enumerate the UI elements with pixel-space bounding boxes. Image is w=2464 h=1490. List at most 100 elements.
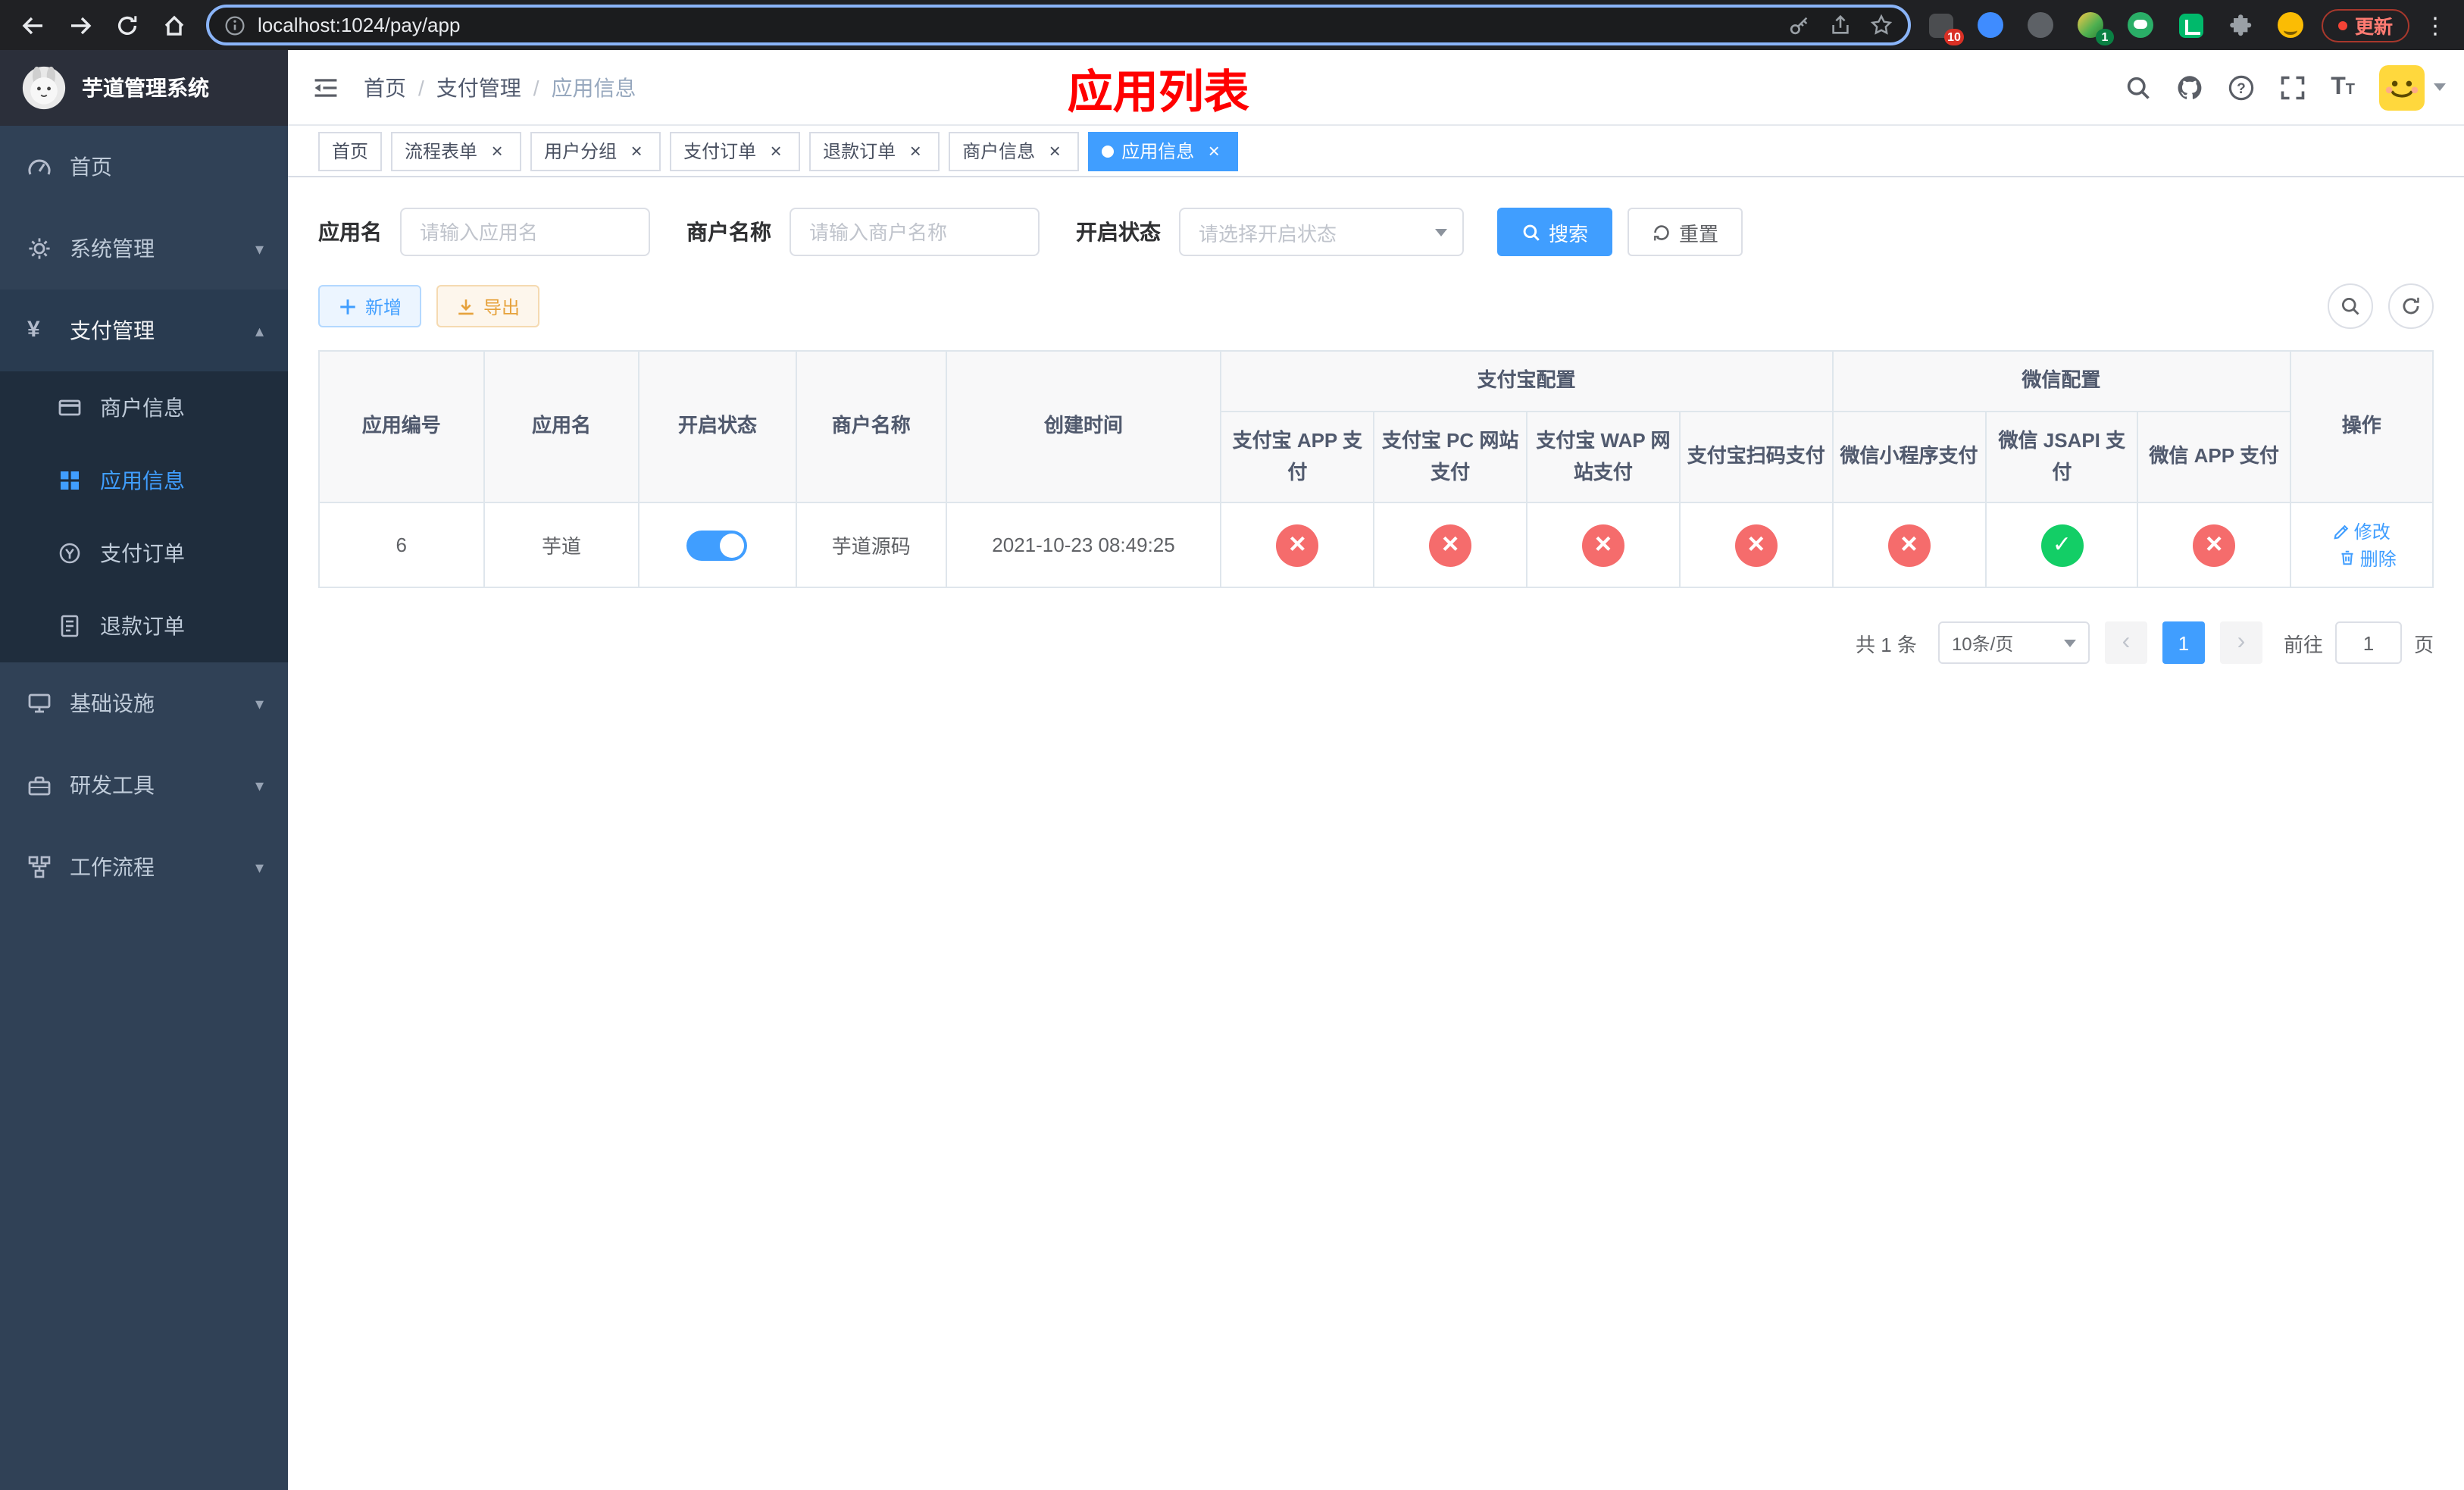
close-icon[interactable]: × bbox=[1203, 140, 1224, 161]
workflow-icon bbox=[27, 855, 52, 879]
tab-merchant-info[interactable]: 商户信息 × bbox=[949, 131, 1080, 171]
github-icon[interactable] bbox=[2176, 74, 2203, 101]
sidebar-item-system[interactable]: 系统管理 ▾ bbox=[0, 208, 288, 290]
chevron-down-icon: ▾ bbox=[255, 777, 264, 795]
grid-icon bbox=[58, 468, 82, 493]
sidebar-item-pay-order[interactable]: 支付订单 bbox=[0, 517, 288, 590]
browser-menu-icon[interactable]: ⋮ bbox=[2422, 11, 2449, 39]
sidebar-item-workflow[interactable]: 工作流程 ▾ bbox=[0, 826, 288, 908]
reset-button[interactable]: 重置 bbox=[1628, 208, 1743, 256]
user-menu[interactable] bbox=[2379, 64, 2446, 110]
sidebar-fold-icon[interactable] bbox=[288, 49, 364, 125]
url-text[interactable]: localhost:1024/pay/app bbox=[258, 14, 1770, 36]
col-header-alipay-pc: 支付宝 PC 网站支付 bbox=[1373, 410, 1527, 504]
app-name-input[interactable] bbox=[400, 208, 650, 256]
goto-page-input[interactable] bbox=[2334, 621, 2402, 665]
refresh-table-button[interactable] bbox=[2388, 283, 2434, 329]
search-button[interactable]: 搜索 bbox=[1497, 208, 1613, 256]
password-key-icon[interactable] bbox=[1788, 14, 1811, 36]
font-size-icon[interactable]: TT bbox=[2331, 74, 2355, 101]
site-info-icon[interactable] bbox=[224, 14, 245, 36]
status-select-placeholder: 请选择开启状态 bbox=[1199, 222, 1337, 245]
close-icon[interactable]: × bbox=[905, 140, 926, 161]
toggle-search-button[interactable] bbox=[2328, 283, 2373, 329]
tab-user-group[interactable]: 用户分组 × bbox=[530, 131, 661, 171]
credit-card-icon bbox=[58, 396, 82, 420]
chevron-up-icon: ▴ bbox=[255, 322, 264, 340]
sidebar-item-label: 首页 bbox=[70, 155, 112, 179]
extensions-puzzle-icon[interactable] bbox=[2226, 10, 2256, 40]
add-button[interactable]: 新增 bbox=[318, 285, 422, 327]
chevron-down-icon: ▾ bbox=[255, 695, 264, 713]
extension-icon-1[interactable]: 10 bbox=[1926, 10, 1964, 45]
sidebar-item-merchant-info[interactable]: 商户信息 bbox=[0, 371, 288, 444]
close-icon[interactable]: × bbox=[486, 140, 508, 161]
address-bar[interactable]: localhost:1024/pay/app bbox=[206, 5, 1911, 45]
table-row: 6 芋道 芋道源码 2021-10-23 08:49:25 × × × × × … bbox=[318, 502, 2434, 589]
sidebar-item-label: 应用信息 bbox=[100, 468, 185, 493]
tab-refund-order[interactable]: 退款订单 × bbox=[809, 131, 940, 171]
alipay-app-status-icon bbox=[1276, 524, 1319, 567]
help-icon[interactable]: ? bbox=[2228, 74, 2255, 101]
tab-process-form[interactable]: 流程表单 × bbox=[391, 131, 522, 171]
browser-forward-icon[interactable] bbox=[62, 7, 98, 43]
status-toggle[interactable] bbox=[686, 530, 748, 561]
bookmark-star-icon[interactable] bbox=[1870, 14, 1893, 36]
next-page-button[interactable]: › bbox=[2219, 621, 2262, 665]
sidebar-menu: 首页 系统管理 ▾ ¥ 支付管理 ▴ 商户信息 应用信息 支付订单 退款订单 基… bbox=[0, 126, 288, 1490]
page-size-value: 10条/页 bbox=[1951, 633, 2014, 655]
infrastructure-icon bbox=[27, 691, 52, 715]
status-label: 开启状态 bbox=[1076, 220, 1161, 244]
breadcrumb-payment[interactable]: 支付管理 bbox=[436, 72, 521, 102]
extension-icon-2[interactable] bbox=[1976, 10, 2006, 40]
table-toolbar: 新增 导出 bbox=[318, 283, 2434, 329]
cell-wechat-jsapi bbox=[1984, 502, 2139, 589]
sidebar-item-refund-order[interactable]: 退款订单 bbox=[0, 590, 288, 662]
page-size-select[interactable]: 10条/页 bbox=[1937, 621, 2090, 665]
extension-wechat-icon[interactable] bbox=[2126, 10, 2156, 40]
tab-app-info[interactable]: 应用信息 × bbox=[1088, 131, 1239, 171]
delete-button[interactable]: 删除 bbox=[2339, 546, 2397, 571]
page-number-1[interactable]: 1 bbox=[2162, 621, 2205, 665]
extension-icon-3[interactable] bbox=[2026, 10, 2056, 40]
fullscreen-icon[interactable] bbox=[2279, 74, 2306, 101]
col-header-wechat-mini: 微信小程序支付 bbox=[1831, 410, 1987, 504]
extension-icon-4[interactable]: 1 bbox=[2076, 10, 2114, 45]
extension-notes-icon[interactable] bbox=[2176, 10, 2206, 40]
alipay-pc-status-icon bbox=[1429, 524, 1472, 567]
close-icon[interactable]: × bbox=[626, 140, 647, 161]
close-icon[interactable]: × bbox=[1044, 140, 1065, 161]
pagination: 共 1 条 10条/页 ‹ 1 › 前往 页 bbox=[318, 621, 2434, 665]
browser-update-button[interactable]: 更新 bbox=[2321, 8, 2409, 42]
sidebar-logo[interactable]: 芋道管理系统 bbox=[0, 50, 288, 126]
sidebar-item-infra[interactable]: 基础设施 ▾ bbox=[0, 662, 288, 744]
browser-reload-icon[interactable] bbox=[109, 7, 145, 43]
share-icon[interactable] bbox=[1829, 14, 1852, 36]
sidebar-item-app-info[interactable]: 应用信息 bbox=[0, 444, 288, 517]
sidebar: 芋道管理系统 首页 系统管理 ▾ ¥ 支付管理 ▴ 商户信息 应用信息 支付订单… bbox=[0, 50, 288, 1490]
col-header-app-id: 应用编号 bbox=[318, 349, 485, 504]
sidebar-item-payment[interactable]: ¥ 支付管理 ▴ bbox=[0, 290, 288, 371]
tab-pay-order[interactable]: 支付订单 × bbox=[670, 131, 801, 171]
browser-home-icon[interactable] bbox=[156, 7, 192, 43]
sidebar-item-devtools[interactable]: 研发工具 ▾ bbox=[0, 744, 288, 826]
browser-back-icon[interactable] bbox=[15, 7, 52, 43]
prev-page-button[interactable]: ‹ bbox=[2104, 621, 2147, 665]
breadcrumb-home[interactable]: 首页 bbox=[364, 72, 406, 102]
merchant-name-input[interactable] bbox=[790, 208, 1040, 256]
status-select[interactable]: 请选择开启状态 bbox=[1179, 208, 1464, 256]
close-icon[interactable]: × bbox=[765, 140, 786, 161]
logo-rabbit-icon bbox=[21, 65, 67, 111]
export-button[interactable]: 导出 bbox=[436, 285, 540, 327]
refresh-icon bbox=[1654, 224, 1669, 240]
sidebar-item-home[interactable]: 首页 bbox=[0, 126, 288, 208]
extension-emoji-icon[interactable] bbox=[2276, 10, 2306, 40]
col-header-merchant: 商户名称 bbox=[795, 349, 948, 504]
search-icon[interactable] bbox=[2125, 74, 2152, 101]
col-header-wechat-app: 微信 APP 支付 bbox=[2137, 410, 2291, 504]
goto-label: 前往 bbox=[2283, 633, 2323, 656]
sidebar-item-label: 支付订单 bbox=[100, 541, 185, 565]
tab-home[interactable]: 首页 bbox=[318, 131, 383, 171]
edit-button[interactable]: 修改 bbox=[2333, 519, 2391, 545]
table-tools bbox=[2328, 283, 2434, 329]
